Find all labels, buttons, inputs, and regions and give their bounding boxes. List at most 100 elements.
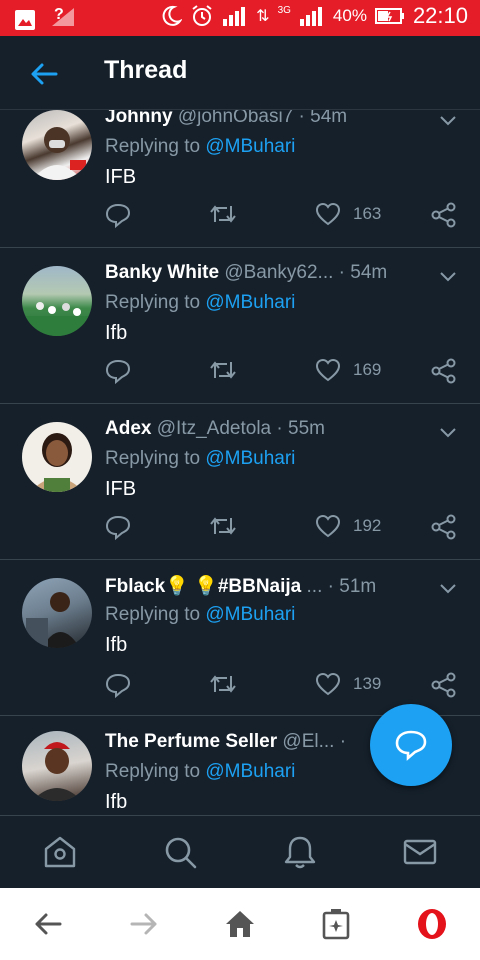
tweet-time: 55m (288, 418, 325, 439)
search-icon[interactable] (162, 834, 198, 870)
share-button[interactable] (431, 358, 457, 384)
chevron-down-icon[interactable] (438, 426, 458, 440)
lightbulb-emoji: 💡 (165, 576, 189, 597)
share-button[interactable] (431, 202, 457, 228)
tweet-time: 54m (310, 110, 348, 127)
author-name[interactable]: The Perfume Seller (105, 731, 277, 752)
tweet-text: Ifb (105, 791, 128, 813)
retweet-button[interactable] (209, 514, 237, 538)
author-handle[interactable]: ... (307, 576, 323, 597)
separator: · (293, 110, 311, 127)
like-button[interactable]: 163 (315, 202, 381, 226)
retweet-icon (210, 517, 236, 535)
author-name-hashtag[interactable]: #BBNaija (218, 576, 301, 597)
like-button[interactable]: 139 (315, 672, 381, 696)
reply-icon (105, 515, 131, 540)
author-handle[interactable]: @Banky62... (224, 262, 333, 283)
browser-forward-icon[interactable] (126, 906, 162, 942)
retweet-button[interactable] (209, 358, 237, 382)
replying-to: Replying to @MBuhari (105, 136, 296, 157)
reply-icon (105, 673, 131, 698)
replying-to: Replying to @MBuhari (105, 448, 296, 469)
no-sim-icon: ? (50, 6, 76, 33)
retweet-button[interactable] (209, 672, 237, 696)
share-icon (431, 202, 456, 228)
reply-button[interactable] (105, 672, 131, 698)
messages-envelope-icon[interactable] (402, 834, 438, 870)
browser-bar (0, 888, 480, 960)
mention-link[interactable]: @MBuhari (205, 761, 295, 782)
chevron-down-icon[interactable] (438, 114, 458, 128)
chevron-down-icon[interactable] (438, 270, 458, 284)
avatar[interactable] (22, 578, 92, 648)
reply-button[interactable] (105, 514, 131, 540)
avatar[interactable] (22, 731, 92, 801)
message-bubble-icon (395, 730, 427, 761)
separator: · (334, 731, 347, 752)
like-count: 163 (353, 204, 382, 223)
home-icon[interactable] (42, 834, 78, 870)
notifications-bell-icon[interactable] (282, 834, 318, 870)
avatar[interactable] (22, 110, 92, 180)
replying-to: Replying to @MBuhari (105, 604, 296, 625)
mention-link[interactable]: @MBuhari (205, 448, 295, 469)
share-button[interactable] (431, 672, 457, 698)
data-arrows-icon: ⇅ (256, 8, 270, 25)
author-handle[interactable]: @johnObasi7 (178, 110, 293, 127)
author-name[interactable]: Fblack (105, 576, 165, 597)
browser-back-icon[interactable] (30, 906, 66, 942)
opera-menu-icon[interactable] (414, 906, 450, 942)
tweet-header: Adex @Itz_Adetola · 55m (105, 418, 435, 440)
separator: · (322, 576, 340, 597)
author-name[interactable]: Adex (105, 418, 151, 439)
replying-to: Replying to @MBuhari (105, 761, 296, 782)
signal2-icon (299, 7, 322, 26)
author-name[interactable]: Johnny (105, 110, 173, 127)
like-button[interactable]: 192 (315, 514, 381, 538)
moon-icon (162, 5, 183, 26)
mention-link[interactable]: @MBuhari (205, 604, 295, 625)
like-button[interactable]: 169 (315, 358, 381, 382)
app-header: Thread (0, 36, 480, 110)
share-icon (431, 514, 456, 540)
compose-button[interactable] (370, 704, 452, 786)
tweet-header: Fblack💡 💡#BBNaija ... · 51m (105, 574, 435, 598)
gallery-icon (15, 9, 35, 30)
like-count: 192 (353, 516, 382, 535)
reply-button[interactable] (105, 358, 131, 384)
tweet-text: Ifb (105, 634, 128, 656)
replying-to: Replying to @MBuhari (105, 292, 296, 313)
tweet[interactable]: Adex @Itz_Adetola · 55m Replying to @MBu… (0, 404, 480, 560)
browser-home-icon[interactable] (222, 906, 258, 942)
share-icon (431, 672, 456, 698)
tweet[interactable]: Johnny @johnObasi7 · 54m Replying to @MB… (0, 110, 480, 248)
retweet-icon (210, 675, 236, 693)
page-title: Thread (104, 56, 188, 84)
like-count: 139 (353, 674, 382, 693)
tabs-icon[interactable] (318, 906, 354, 942)
separator: · (333, 262, 351, 283)
tweet-actions: 192 (105, 514, 460, 542)
lightbulb-emoji: 💡 (194, 576, 218, 597)
like-count: 169 (353, 360, 382, 379)
author-handle[interactable]: @Itz_Adetola (157, 418, 271, 439)
retweet-button[interactable] (209, 202, 237, 226)
tweet[interactable]: Fblack💡 💡#BBNaija ... · 51m Replying to … (0, 560, 480, 716)
avatar[interactable] (22, 266, 92, 336)
author-name[interactable]: Banky White (105, 262, 219, 283)
author-handle[interactable]: @El... (282, 731, 334, 752)
avatar[interactable] (22, 422, 92, 492)
tweet-time: 54m (350, 262, 388, 283)
tweet[interactable]: Banky White @Banky62... · 54m Replying t… (0, 248, 480, 404)
clock: 22:10 (412, 3, 468, 28)
reply-button[interactable] (105, 202, 131, 228)
mention-link[interactable]: @MBuhari (205, 136, 295, 157)
tweet-time: 51m (339, 576, 377, 597)
back-arrow-icon[interactable] (28, 58, 60, 90)
reply-icon (105, 203, 131, 228)
mention-link[interactable]: @MBuhari (205, 292, 295, 313)
heart-icon (315, 514, 341, 538)
chevron-down-icon[interactable] (438, 582, 458, 596)
heart-icon (315, 202, 341, 226)
share-button[interactable] (431, 514, 457, 540)
